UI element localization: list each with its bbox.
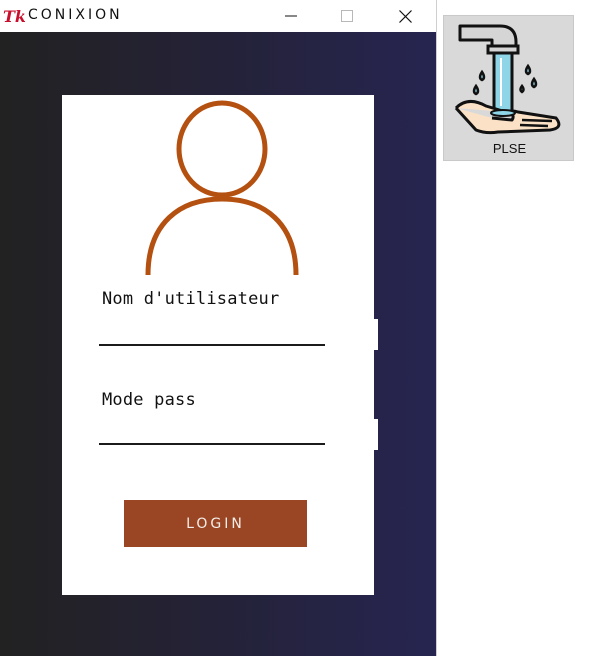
- close-button[interactable]: [376, 0, 434, 32]
- svg-text:Tk: Tk: [3, 7, 25, 25]
- login-card: Nom d'utilisateur Mode pass LOGIN: [62, 95, 374, 595]
- window-client-area: Nom d'utilisateur Mode pass LOGIN: [0, 32, 436, 656]
- title-bar[interactable]: Tk CONIXION: [0, 0, 436, 32]
- password-input[interactable]: [99, 416, 325, 442]
- close-icon: [398, 9, 412, 23]
- app-window: Tk CONIXION Nom d'utilisateur Mode pass …: [0, 0, 437, 656]
- desktop-shortcut-plse[interactable]: PLSE: [443, 15, 574, 161]
- username-entry-overflow: [374, 319, 378, 350]
- password-underline: [99, 443, 325, 445]
- tk-logo-icon: Tk: [3, 7, 25, 25]
- username-underline: [99, 344, 325, 346]
- login-button[interactable]: LOGIN: [124, 500, 307, 547]
- minimize-icon: [285, 15, 297, 17]
- minimize-button[interactable]: [262, 0, 320, 32]
- window-title: CONIXION: [28, 7, 123, 23]
- user-avatar-icon: [122, 95, 327, 275]
- hand-washing-icon: [454, 24, 561, 135]
- password-label: Mode pass: [102, 390, 196, 410]
- password-entry-overflow: [374, 419, 378, 450]
- username-label: Nom d'utilisateur: [102, 289, 280, 309]
- shortcut-label: PLSE: [492, 141, 527, 156]
- maximize-icon: [341, 10, 353, 22]
- maximize-button[interactable]: [318, 0, 376, 32]
- username-input[interactable]: [99, 317, 325, 343]
